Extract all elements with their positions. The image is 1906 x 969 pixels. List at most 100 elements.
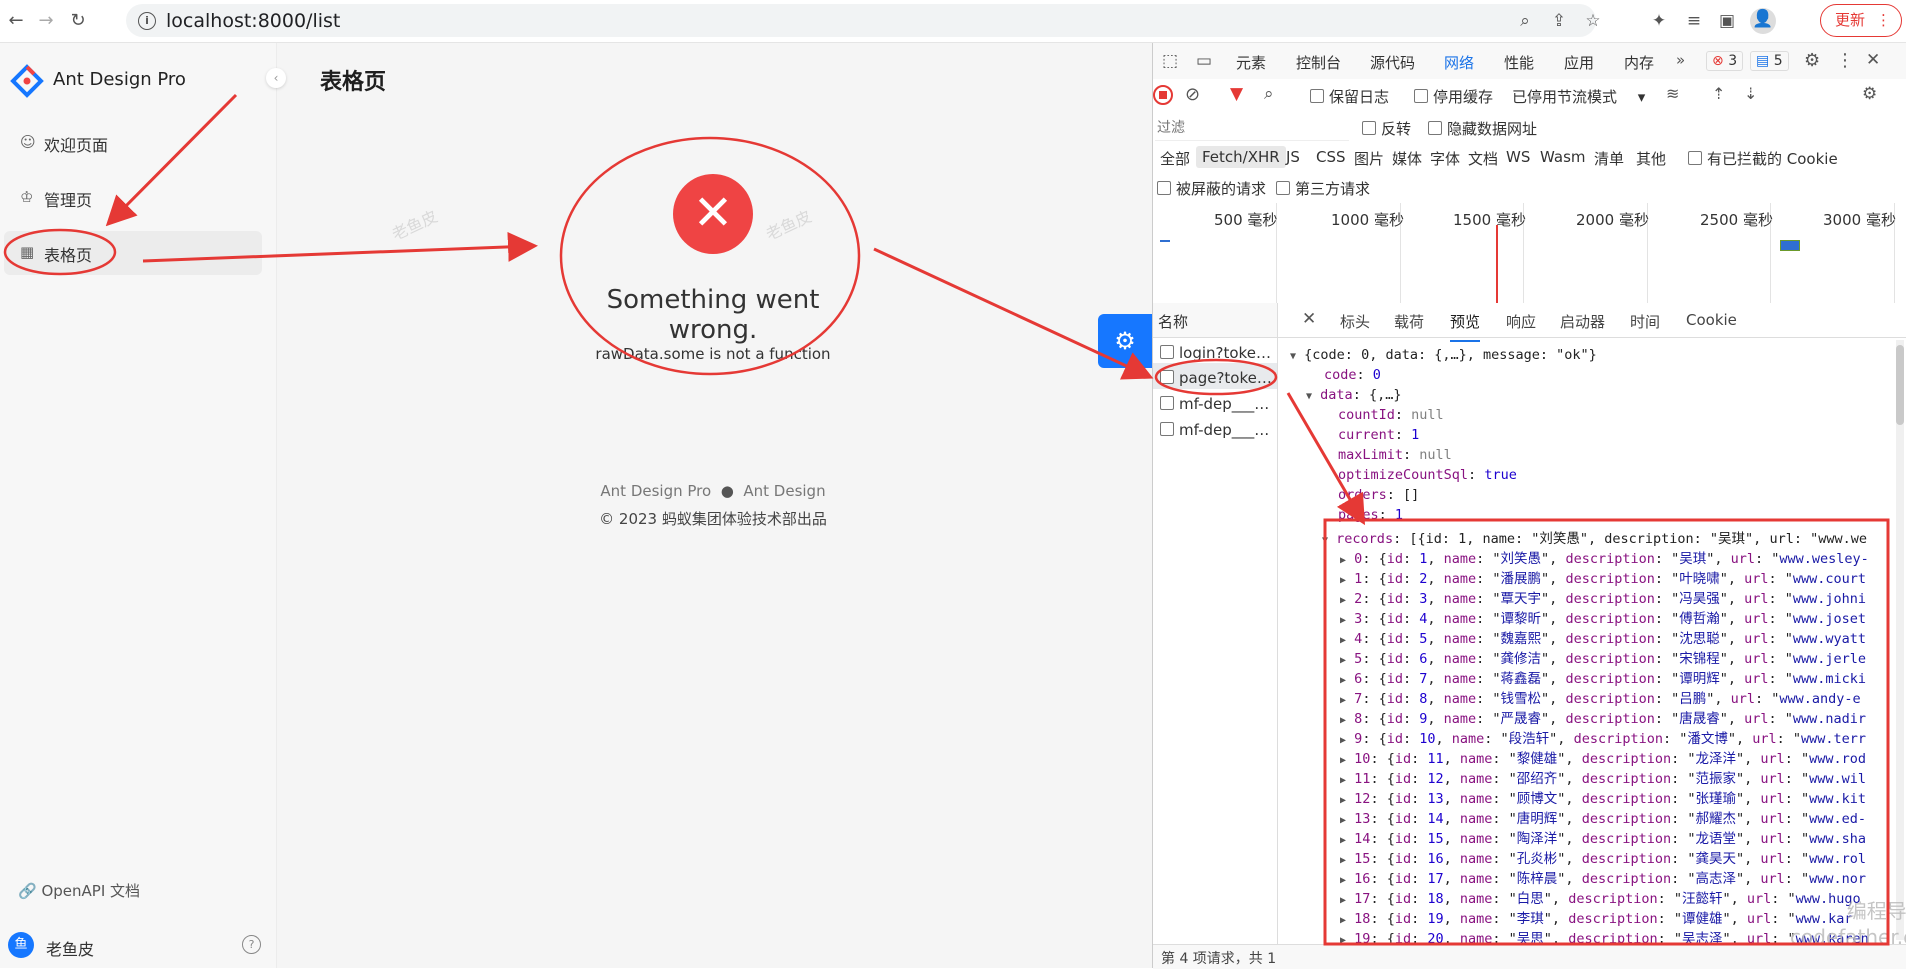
json-record-row[interactable]: ▶ 6: {id: 7, name: "蒋鑫磊", description: "… (1340, 667, 1885, 687)
update-button[interactable]: 更新 ⋮ (1820, 4, 1902, 37)
expand-triangle-icon[interactable]: ▶ (1340, 615, 1346, 626)
preview-scrollbar-thumb[interactable] (1896, 345, 1904, 425)
request-row[interactable]: mf-dep____ve... (1160, 421, 1272, 439)
footer-link-pro[interactable]: Ant Design Pro (600, 482, 711, 500)
json-record-row[interactable]: ▶ 16: {id: 17, name: "陈梓晨", description:… (1340, 867, 1885, 887)
devtools-tab-console[interactable]: 控制台 (1296, 52, 1341, 73)
device-toolbar-icon[interactable]: ▭ (1196, 51, 1212, 71)
profile-icon[interactable]: 👤 (1750, 8, 1776, 34)
github-icon[interactable]: ● (721, 482, 734, 500)
blocked-cookies-checkbox[interactable]: 有已拦截的 Cookie (1688, 148, 1838, 169)
clear-icon[interactable]: ⊘ (1185, 84, 1200, 105)
expand-triangle-icon[interactable]: ▶ (1340, 815, 1346, 826)
search-icon[interactable]: ⌕ (1264, 84, 1274, 104)
third-party-checkbox[interactable]: 第三方请求 (1276, 178, 1370, 199)
side-panel-icon[interactable]: ▣ (1716, 10, 1738, 32)
expand-triangle-icon[interactable]: ▶ (1340, 555, 1346, 566)
type-filter-all[interactable]: 全部 (1160, 148, 1190, 169)
filter-input[interactable] (1155, 116, 1349, 141)
user-name[interactable]: 老鱼皮 (46, 936, 94, 960)
expand-triangle-icon[interactable]: ▼ (1290, 351, 1296, 362)
type-filter-js[interactable]: JS (1286, 148, 1300, 166)
type-filter-ws[interactable]: WS (1506, 148, 1530, 166)
back-arrow-icon[interactable]: ← (4, 9, 28, 33)
forward-arrow-icon[interactable]: → (34, 9, 58, 33)
footer-link-antd[interactable]: Ant Design (743, 482, 825, 500)
import-har-icon[interactable]: ⇡ (1712, 84, 1725, 103)
expand-triangle-icon[interactable]: ▶ (1340, 735, 1346, 746)
invert-checkbox[interactable]: 反转 (1362, 118, 1411, 139)
detail-tab-cookies[interactable]: Cookie (1686, 311, 1737, 329)
menu-item-welcome[interactable]: ☺ 欢迎页面 (4, 121, 262, 165)
request-row[interactable]: login?token... (1160, 344, 1272, 362)
expand-triangle-icon[interactable]: ▶ (1340, 675, 1346, 686)
openapi-doc-link[interactable]: 🔗 OpenAPI 文档 (18, 880, 140, 901)
type-filter-css[interactable]: CSS (1316, 148, 1346, 166)
type-filter-font[interactable]: 字体 (1430, 148, 1460, 169)
menu-item-admin[interactable]: ♔ 管理页 (4, 176, 262, 220)
detail-tab-payload[interactable]: 载荷 (1394, 311, 1424, 332)
json-record-row[interactable]: ▶ 15: {id: 16, name: "孔炎彬", description:… (1340, 847, 1885, 867)
expand-triangle-icon[interactable]: ▶ (1340, 875, 1346, 886)
json-record-row[interactable]: ▶ 10: {id: 11, name: "黎健雄", description:… (1340, 747, 1885, 767)
expand-triangle-icon[interactable]: ▼ (1306, 391, 1312, 402)
json-record-row[interactable]: ▶ 9: {id: 10, name: "段浩轩", description: … (1340, 727, 1885, 747)
json-record-row[interactable]: ▶ 5: {id: 6, name: "龚修洁", description: "… (1340, 647, 1885, 667)
devtools-tab-sources[interactable]: 源代码 (1370, 52, 1415, 73)
request-row[interactable]: page?token... (1160, 369, 1272, 387)
expand-triangle-icon[interactable]: ▶ (1340, 835, 1346, 846)
blocked-requests-checkbox[interactable]: 被屏蔽的请求 (1157, 178, 1266, 199)
json-field[interactable]: ▼ data: {,…} (1306, 387, 1906, 403)
expand-triangle-icon[interactable]: ▶ (1340, 795, 1346, 806)
filter-funnel-icon[interactable]: ▼ (1230, 84, 1243, 104)
expand-triangle-icon[interactable]: ▶ (1340, 655, 1346, 666)
devtools-tab-application[interactable]: 应用 (1564, 52, 1594, 73)
expand-triangle-icon[interactable]: ▶ (1340, 755, 1346, 766)
expand-triangle-icon[interactable]: ▼ (1322, 535, 1328, 546)
json-record-row[interactable]: ▶ 2: {id: 3, name: "覃天宇", description: "… (1340, 587, 1885, 607)
avatar[interactable]: 鱼 (8, 932, 34, 958)
json-record-row[interactable]: ▶ 13: {id: 14, name: "唐明辉", description:… (1340, 807, 1885, 827)
detail-tab-preview[interactable]: 预览 (1450, 311, 1481, 342)
record-stop-icon[interactable] (1153, 85, 1173, 105)
detail-tab-initiator[interactable]: 启动器 (1560, 311, 1605, 332)
type-filter-fetch-xhr[interactable]: Fetch/XHR (1196, 146, 1286, 168)
json-record-row[interactable]: ▶ 14: {id: 15, name: "陶泽洋", description:… (1340, 827, 1885, 847)
network-settings-icon[interactable]: ⚙ (1862, 84, 1877, 104)
url-text[interactable]: localhost:8000/list (166, 10, 340, 32)
error-badge[interactable]: ⊗ 3 (1706, 51, 1744, 71)
preserve-log-checkbox[interactable]: 保留日志 (1310, 86, 1389, 107)
zoom-icon[interactable]: ⌕ (1514, 10, 1536, 32)
expand-triangle-icon[interactable]: ▶ (1340, 855, 1346, 866)
json-root[interactable]: ▼ {code: 0, data: {,…}, message: "ok"} (1290, 347, 1894, 363)
more-tabs-icon[interactable]: » (1676, 51, 1685, 69)
hide-data-urls-checkbox[interactable]: 隐藏数据网址 (1428, 118, 1537, 139)
collapse-sidebar-icon[interactable]: ‹ (266, 68, 286, 88)
extensions-icon[interactable]: ✦ (1648, 10, 1670, 32)
expand-triangle-icon[interactable]: ▶ (1340, 635, 1346, 646)
type-filter-other[interactable]: 其他 (1636, 148, 1666, 169)
devtools-tab-memory[interactable]: 内存 (1624, 52, 1654, 73)
json-record-row[interactable]: ▶ 1: {id: 2, name: "潘展鹏", description: "… (1340, 567, 1885, 587)
expand-triangle-icon[interactable]: ▶ (1340, 715, 1346, 726)
reload-icon[interactable]: ↻ (66, 9, 90, 33)
detail-tab-response[interactable]: 响应 (1506, 311, 1536, 332)
share-icon[interactable]: ⇪ (1548, 10, 1570, 32)
settings-drawer-button[interactable]: ⚙ (1098, 314, 1152, 368)
type-filter-wasm[interactable]: Wasm (1540, 148, 1586, 166)
type-filter-manifest[interactable]: 清单 (1594, 148, 1624, 169)
message-badge[interactable]: ▤ 5 (1750, 51, 1789, 71)
request-row[interactable]: mf-dep____ve... (1160, 395, 1272, 413)
json-record-row[interactable]: ▶ 7: {id: 8, name: "钱雪松", description: "… (1340, 687, 1885, 707)
site-info-icon[interactable]: i (138, 12, 156, 30)
expand-triangle-icon[interactable]: ▶ (1340, 895, 1346, 906)
json-record-row[interactable]: ▶ 11: {id: 12, name: "邵绍齐", description:… (1340, 767, 1885, 787)
menu-item-table[interactable]: ▦ 表格页 (4, 231, 262, 275)
json-record-row[interactable]: ▶ 12: {id: 13, name: "顾博文", description:… (1340, 787, 1885, 807)
json-record-row[interactable]: ▶ 8: {id: 9, name: "严晟睿", description: "… (1340, 707, 1885, 727)
devtools-tab-performance[interactable]: 性能 (1504, 52, 1534, 73)
bookmark-star-icon[interactable]: ☆ (1582, 10, 1604, 32)
detail-tab-headers[interactable]: 标头 (1340, 311, 1370, 332)
devtools-settings-icon[interactable]: ⚙ (1804, 50, 1820, 71)
expand-triangle-icon[interactable]: ▶ (1340, 695, 1346, 706)
